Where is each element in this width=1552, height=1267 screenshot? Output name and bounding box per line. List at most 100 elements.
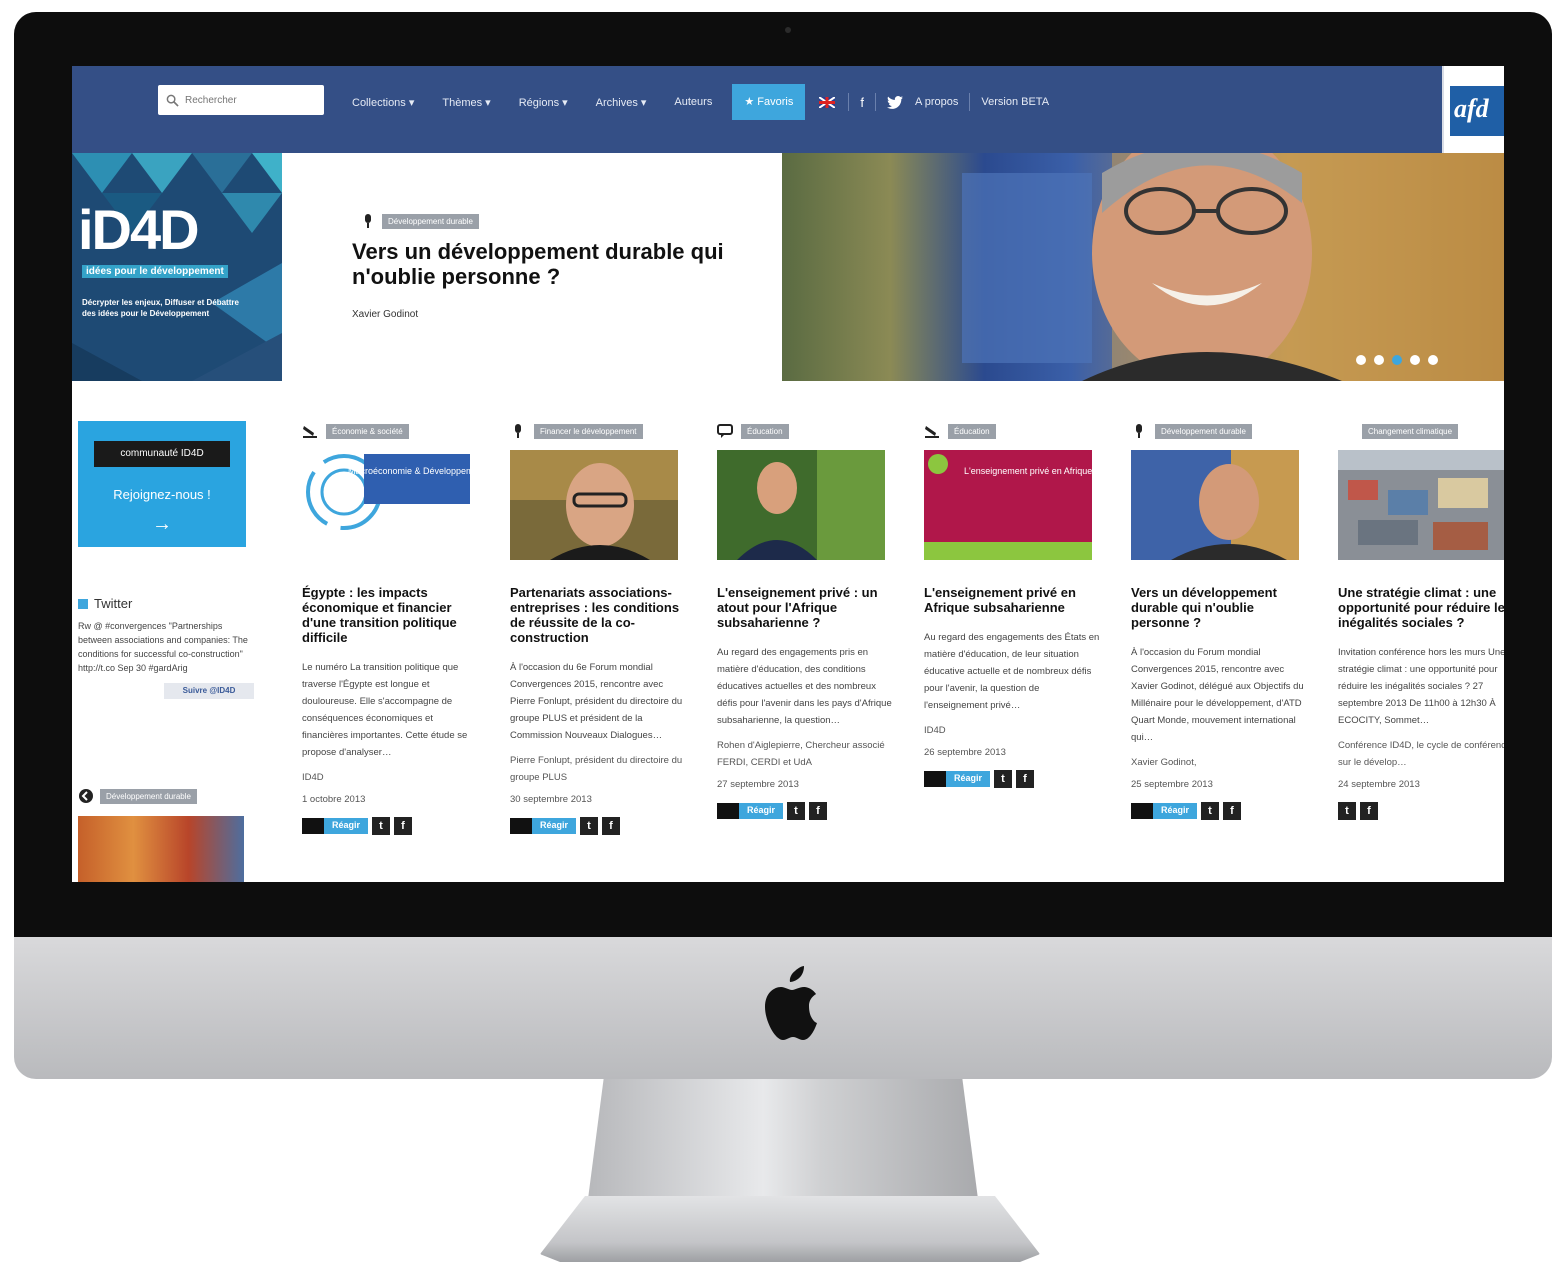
article-date: 25 septembre 2013	[1131, 779, 1213, 790]
facebook-icon[interactable]: f	[854, 95, 870, 110]
article-author[interactable]: Rohen d'Aiglepierre, Chercheur associé F…	[717, 737, 895, 771]
reagir-button[interactable]: Réagir	[924, 771, 991, 787]
carousel-dot-active[interactable]	[1392, 355, 1402, 365]
twitter-share-icon[interactable]: t	[787, 802, 806, 820]
tweet-text[interactable]: Rw @ #convergences "Partnerships between…	[78, 619, 254, 675]
article-category[interactable]: Éducation	[717, 422, 895, 440]
monitor-stand-base	[540, 1196, 1040, 1262]
article-card: Éducation L'enseignement privé : un atou…	[717, 422, 895, 820]
id4d-description: Décrypter les enjeux, Diffuser et Débatt…	[82, 298, 239, 318]
article-excerpt: Au regard des engagements des États en m…	[924, 632, 1100, 711]
carousel-dot[interactable]	[1410, 355, 1420, 365]
article-author[interactable]: ID4D	[924, 722, 1102, 739]
article-title[interactable]: Une stratégie climat : une opportunité p…	[1338, 585, 1504, 630]
nav-separator	[874, 93, 876, 111]
twitter-bird-icon[interactable]	[886, 95, 903, 109]
article-image-label: Macroéconomie & Développement	[348, 466, 470, 476]
article-image[interactable]: Macroéconomie & Développement	[302, 450, 487, 560]
article-card: Éducation L'enseignement privé en Afriqu…	[924, 422, 1154, 788]
reagir-label: Réagir	[1153, 803, 1198, 819]
nav-menu: Collections ▾ Thèmes ▾ Régions ▾ Archive…	[338, 84, 1055, 120]
category-label: Éducation	[741, 423, 789, 439]
facebook-share-icon[interactable]: f	[1223, 802, 1242, 820]
share-bar: Réagir t f	[717, 802, 895, 820]
article-image[interactable]	[1131, 450, 1299, 560]
sidebar-photo[interactable]	[78, 816, 244, 882]
article-date: 30 septembre 2013	[510, 794, 592, 805]
facebook-share-icon[interactable]: f	[1016, 770, 1035, 788]
hero-title[interactable]: Vers un développement durable qui n'oubl…	[352, 239, 772, 289]
carousel-dot[interactable]	[1374, 355, 1384, 365]
article-excerpt: Au regard des engagements pris en matièr…	[717, 647, 892, 726]
twitter-share-icon[interactable]: t	[1338, 802, 1356, 820]
article-title[interactable]: L'enseignement privé en Afrique subsahar…	[924, 585, 1102, 615]
category-label: Économie & société	[326, 423, 409, 439]
hero-photo[interactable]	[782, 153, 1504, 381]
nav-archives[interactable]: Archives ▾	[582, 96, 661, 109]
article-image[interactable]: L'enseignement privé en Afrique subsahar…	[924, 450, 1154, 560]
twitter-share-icon[interactable]: t	[372, 817, 391, 835]
article-category[interactable]: Financer le développement	[510, 422, 688, 440]
search-box[interactable]	[158, 85, 324, 115]
article-title[interactable]: Partenariats associations-entreprises : …	[510, 585, 688, 645]
reagir-button[interactable]: Réagir	[302, 818, 369, 834]
article-title[interactable]: L'enseignement privé : un atout pour l'A…	[717, 585, 895, 630]
carousel-dot[interactable]	[1356, 355, 1366, 365]
article-category[interactable]: Éducation	[924, 422, 1102, 440]
community-banner[interactable]: communauté ID4D Rejoignez-nous ! →	[78, 421, 246, 547]
article-image[interactable]	[510, 450, 678, 560]
article-author[interactable]: ID4D	[302, 769, 480, 786]
article-author[interactable]: Xavier Godinot,	[1131, 754, 1309, 771]
sidebar-category[interactable]: Développement durable	[78, 788, 197, 804]
twitter-share-icon[interactable]: t	[580, 817, 599, 835]
nav-separator	[969, 93, 971, 111]
article-image[interactable]	[1338, 450, 1504, 560]
article-category[interactable]: Changement climatique	[1338, 422, 1504, 440]
hero-text-panel: Développement durable Vers un développem…	[282, 153, 782, 381]
id4d-brand-block[interactable]: iD4D idées pour le développement Décrypt…	[72, 153, 282, 381]
article-title[interactable]: Vers un développement durable qui n'oubl…	[1131, 585, 1309, 630]
facebook-share-icon[interactable]: f	[602, 817, 621, 835]
nav-themes[interactable]: Thèmes ▾	[428, 96, 504, 109]
follow-button[interactable]: Suivre @ID4D	[164, 683, 254, 699]
article-title[interactable]: Égypte : les impacts économique et finan…	[302, 585, 480, 645]
uk-flag-icon[interactable]	[819, 96, 836, 108]
search-input[interactable]	[185, 94, 315, 106]
circle-arrow-icon	[79, 789, 93, 803]
carousel-dots	[1356, 355, 1438, 365]
afd-logo-box: afd	[1450, 86, 1504, 136]
article-category[interactable]: Économie & société	[302, 422, 480, 440]
crescent-icon	[1342, 424, 1349, 438]
facebook-share-icon[interactable]: f	[1360, 802, 1378, 820]
pen-icon	[303, 426, 317, 438]
hero-author[interactable]: Xavier Godinot	[352, 309, 418, 320]
nav-version-beta[interactable]: Version BETA	[975, 96, 1055, 108]
nav-authors[interactable]: Auteurs	[660, 96, 726, 108]
article-card: Financer le développement Partenariats a…	[510, 422, 688, 835]
arrow-right-icon: →	[152, 513, 172, 535]
id4d-logo-text: iD4D	[78, 198, 200, 261]
twitter-share-icon[interactable]: t	[994, 770, 1013, 788]
afd-logo[interactable]: afd	[1442, 66, 1504, 153]
favorites-button[interactable]: ★ Favoris	[732, 84, 806, 120]
article-card: Développement durable Vers un développem…	[1131, 422, 1309, 820]
article-author[interactable]: Pierre Fonlupt, président du directoire …	[510, 752, 688, 786]
article-category[interactable]: Développement durable	[1131, 422, 1309, 440]
reagir-button[interactable]: Réagir	[510, 818, 577, 834]
speech-bubble-icon	[1131, 803, 1153, 819]
nav-about[interactable]: A propos	[909, 96, 964, 108]
reagir-button[interactable]: Réagir	[717, 803, 784, 819]
twitter-share-icon[interactable]: t	[1201, 802, 1220, 820]
facebook-share-icon[interactable]: f	[809, 802, 828, 820]
article-image[interactable]	[717, 450, 885, 560]
article-card: Changement climatique Une stratégie clim…	[1338, 422, 1504, 820]
hero-category[interactable]: Développement durable	[360, 213, 479, 229]
article-author[interactable]: Conférence ID4D, le cycle de conférences…	[1338, 737, 1504, 771]
facebook-share-icon[interactable]: f	[394, 817, 413, 835]
nav-regions[interactable]: Régions ▾	[505, 96, 582, 109]
reagir-button[interactable]: Réagir	[1131, 803, 1198, 819]
nav-collections[interactable]: Collections ▾	[338, 96, 428, 109]
twitter-header: Twitter	[78, 596, 254, 611]
afd-logo-text: afd	[1454, 94, 1489, 123]
carousel-dot[interactable]	[1428, 355, 1438, 365]
